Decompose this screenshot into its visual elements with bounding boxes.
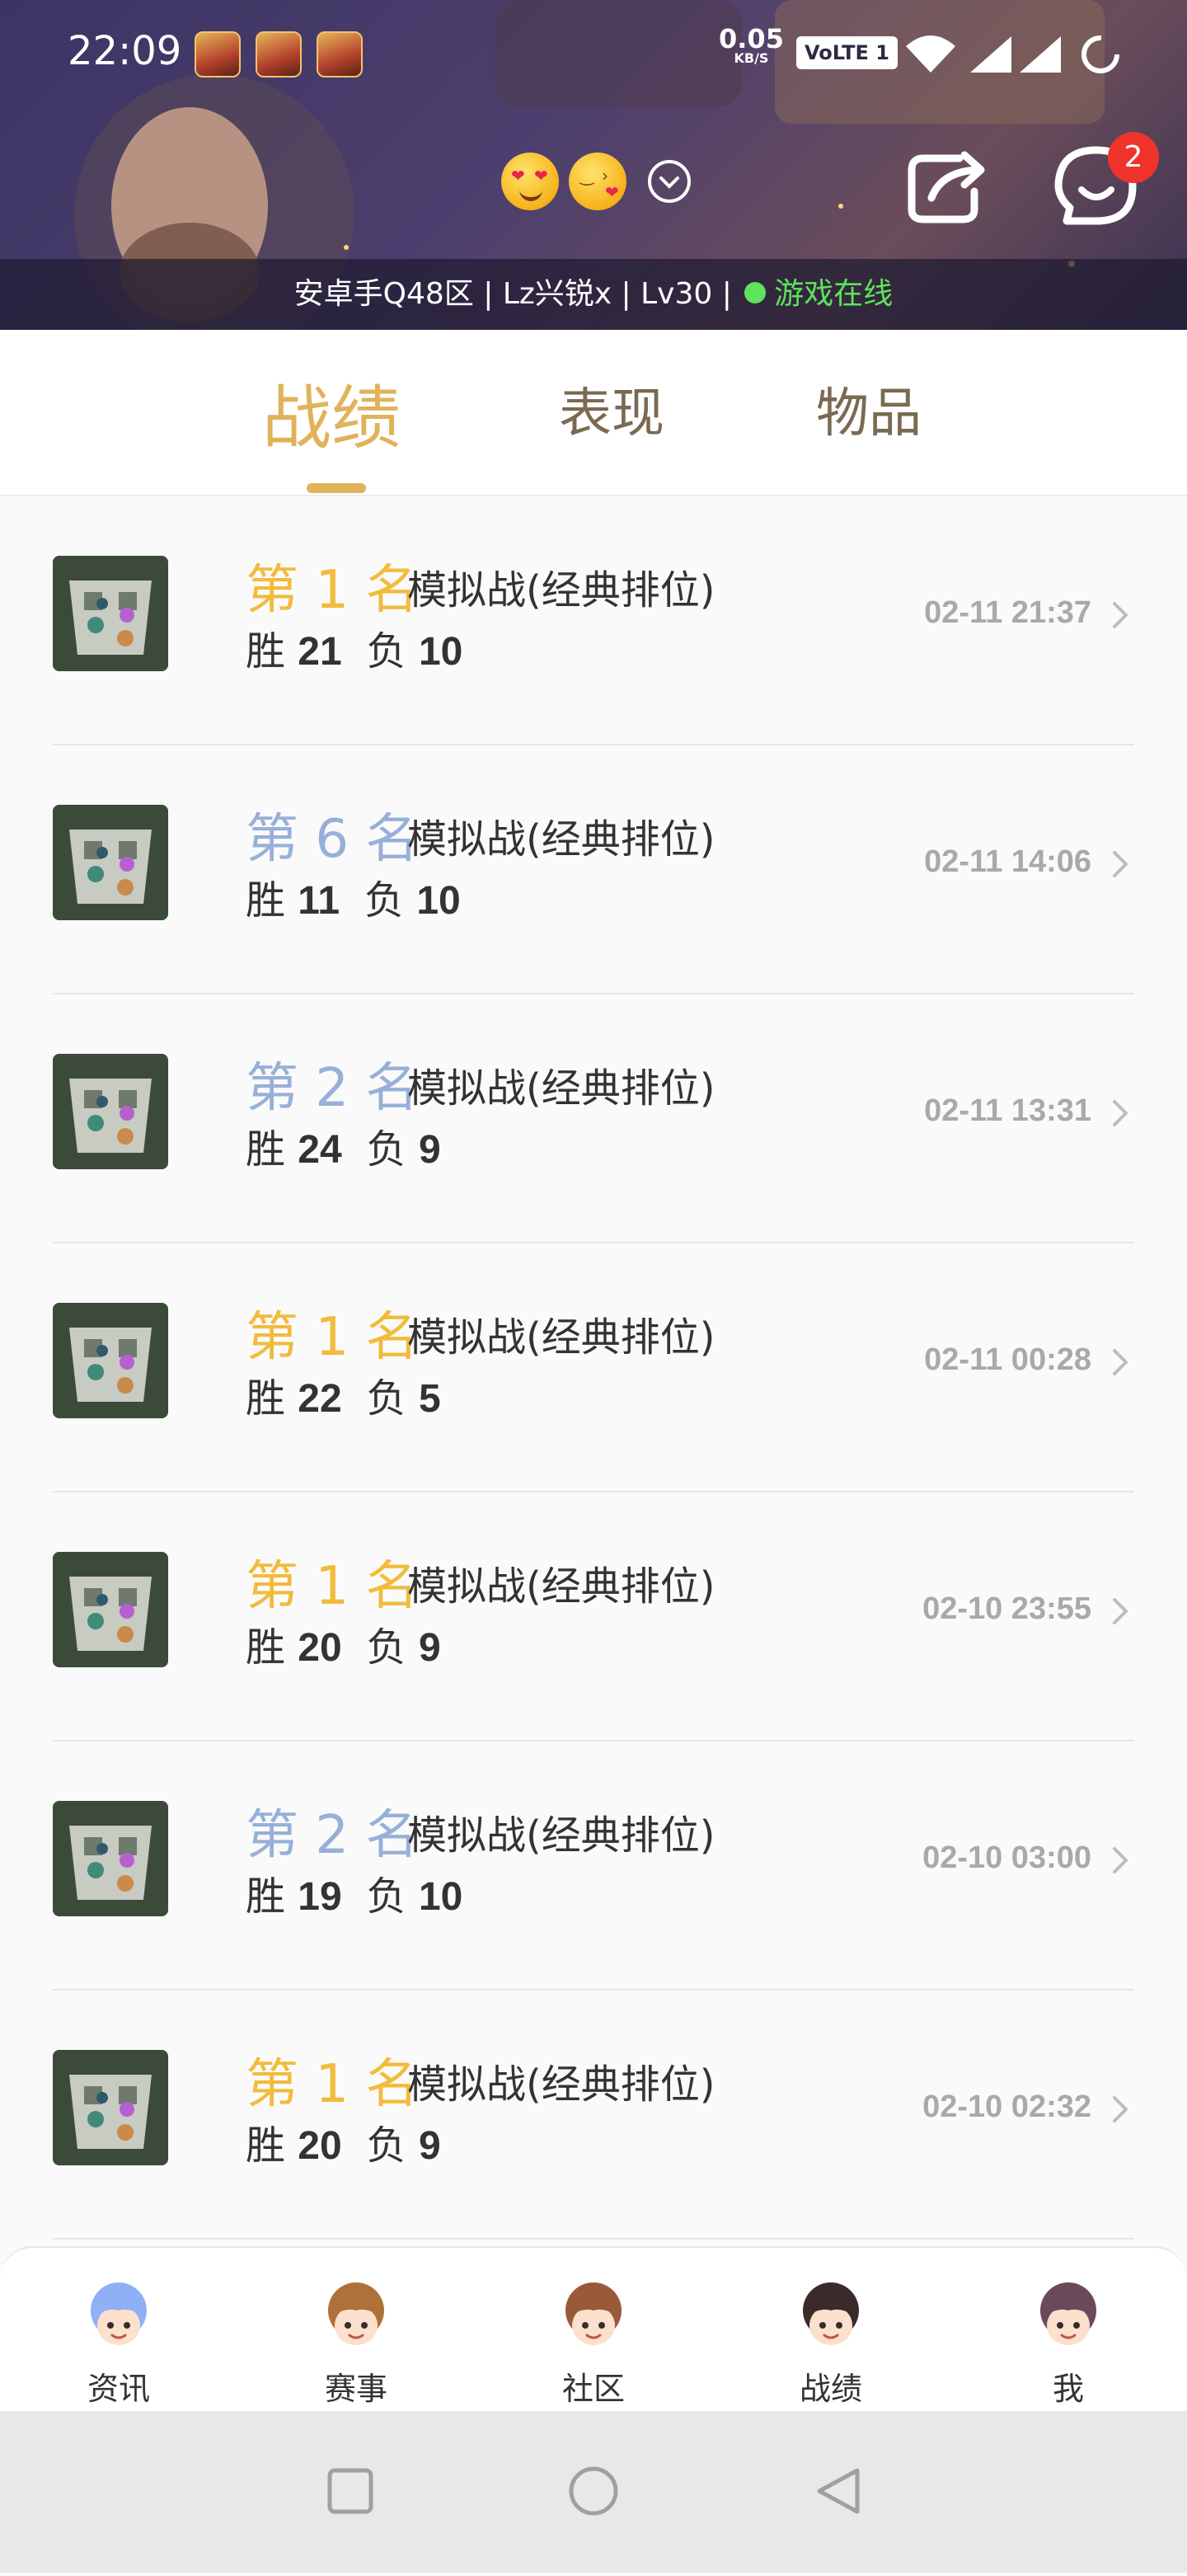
recents-button[interactable] <box>327 2468 373 2514</box>
chevron-right-icon <box>1113 1349 1128 1375</box>
match-mode: 模拟战(经典排位) <box>407 1065 715 1112</box>
rank-label: 第 1 名 <box>246 1307 419 1368</box>
match-datetime: 02-11 00:28 <box>924 1342 1091 1377</box>
volte-indicator: VoLTE 1 <box>796 36 898 69</box>
match-datetime: 02-10 23:55 <box>922 1591 1091 1626</box>
match-board-thumbnail <box>53 2050 168 2165</box>
chevron-down-icon <box>659 176 679 189</box>
player-info: 安卓手Q48区 | Lz兴锐x | Lv30 | <box>293 277 742 311</box>
bottom-nav-news[interactable]: 资讯 <box>0 2248 237 2413</box>
bottom-nav-community[interactable]: 社区 <box>475 2248 712 2413</box>
emoji-dropdown-button[interactable] <box>648 160 691 203</box>
active-tab-indicator <box>307 483 366 493</box>
win-loss: 胜 19 负 10 <box>246 1873 463 1920</box>
bottom-nav-events[interactable]: 赛事 <box>237 2248 475 2413</box>
match-mode: 模拟战(经典排位) <box>407 2061 715 2108</box>
win-loss: 胜 21 负 10 <box>246 628 463 675</box>
match-datetime: 02-11 21:37 <box>924 595 1091 630</box>
match-board-thumbnail <box>53 1054 168 1169</box>
match-row[interactable]: 第 1 名 模拟战(经典排位) 胜 22 负 5 02-11 00:28 <box>0 1243 1187 1492</box>
match-datetime: 02-11 14:06 <box>924 844 1091 879</box>
row-divider <box>53 2238 1134 2240</box>
match-mode: 模拟战(经典排位) <box>407 1314 715 1361</box>
rank-label: 第 2 名 <box>246 1805 419 1866</box>
bottom-nav-label: 战绩 <box>799 2371 862 2407</box>
wifi-icon <box>906 35 955 73</box>
match-row[interactable]: 第 1 名 模拟战(经典排位) 胜 20 负 9 02-10 23:55 <box>0 1492 1187 1742</box>
chevron-right-icon <box>1113 1100 1128 1126</box>
match-board-thumbnail <box>53 1303 168 1418</box>
rank-label: 第 2 名 <box>246 1058 419 1119</box>
loading-icon <box>1081 35 1119 73</box>
match-mode: 模拟战(经典排位) <box>407 1812 715 1859</box>
win-loss: 胜 11 负 10 <box>246 877 461 924</box>
online-status: 游戏在线 <box>774 277 894 311</box>
heart-eyes-emoji: ❤ ❤ <box>501 153 559 210</box>
records-avatar-icon <box>803 2282 859 2345</box>
match-row[interactable]: 第 6 名 模拟战(经典排位) 胜 11 负 10 02-11 14:06 <box>0 745 1187 994</box>
me-avatar-icon <box>1040 2282 1096 2345</box>
network-speed: 0.05 KB/S <box>719 23 784 66</box>
match-mode: 模拟战(经典排位) <box>407 1563 715 1610</box>
tab-performance[interactable]: 表现 <box>559 371 664 447</box>
match-board-thumbnail <box>53 805 168 920</box>
match-datetime: 02-10 03:00 <box>922 1840 1091 1875</box>
player-info-strip: 安卓手Q48区 | Lz兴锐x | Lv30 | 游戏在线 <box>0 259 1187 330</box>
match-board-thumbnail <box>53 1552 168 1667</box>
match-board-thumbnail <box>53 1801 168 1916</box>
signal-icon <box>970 36 1011 73</box>
game-app-icon <box>195 31 241 78</box>
system-navigation-bar <box>0 2411 1187 2573</box>
back-button[interactable] <box>817 2468 860 2514</box>
match-row[interactable]: 第 2 名 模拟战(经典排位) 胜 24 负 9 02-11 13:31 <box>0 994 1187 1243</box>
chevron-right-icon <box>1113 2096 1128 2122</box>
rank-label: 第 1 名 <box>246 560 419 621</box>
match-board-thumbnail <box>53 556 168 671</box>
rank-label: 第 6 名 <box>246 809 419 870</box>
bottom-nav-label: 我 <box>1052 2371 1084 2407</box>
tab-records[interactable]: 战绩 <box>262 363 401 463</box>
community-avatar-icon <box>565 2282 622 2345</box>
profile-header: 22:09 0.05 KB/S VoLTE 1 ❤ ❤ ‿ › ❤ 2 安卓手Q… <box>0 0 1187 330</box>
rank-label: 第 1 名 <box>246 1556 419 1617</box>
news-avatar-icon <box>91 2282 147 2345</box>
online-dot-icon <box>744 282 767 303</box>
match-list: 第 1 名 模拟战(经典排位) 胜 21 负 10 02-11 21:37 第 6… <box>0 496 1187 2240</box>
message-count-badge: 2 <box>1108 132 1159 183</box>
win-loss: 胜 20 负 9 <box>246 2122 441 2169</box>
bottom-nav-label: 赛事 <box>324 2371 387 2407</box>
home-button[interactable] <box>569 2466 618 2516</box>
kiss-emoji: ‿ › ❤ <box>569 153 626 210</box>
system-status-icons <box>906 35 1119 73</box>
bottom-nav-label: 社区 <box>561 2371 625 2407</box>
game-app-icon <box>317 31 363 78</box>
chevron-right-icon <box>1113 602 1128 628</box>
record-tabs: 战绩 表现 物品 <box>0 330 1187 496</box>
bottom-nav-records[interactable]: 战绩 <box>712 2248 950 2413</box>
signal-icon <box>1020 36 1061 73</box>
events-avatar-icon <box>328 2282 384 2345</box>
chevron-right-icon <box>1113 1847 1128 1873</box>
win-loss: 胜 24 负 9 <box>246 1126 441 1173</box>
match-datetime: 02-10 02:32 <box>922 2089 1091 2124</box>
game-app-icon <box>256 31 302 78</box>
chevron-right-icon <box>1113 851 1128 877</box>
chevron-right-icon <box>1113 1598 1128 1624</box>
bottom-nav-label: 资讯 <box>87 2371 150 2407</box>
share-icon[interactable] <box>902 147 991 229</box>
match-mode: 模拟战(经典排位) <box>407 816 715 863</box>
win-loss: 胜 22 负 5 <box>246 1375 441 1422</box>
match-row[interactable]: 第 1 名 模拟战(经典排位) 胜 21 负 10 02-11 21:37 <box>0 496 1187 745</box>
tab-items[interactable]: 物品 <box>816 371 922 447</box>
match-mode: 模拟战(经典排位) <box>407 567 715 613</box>
rank-label: 第 1 名 <box>246 2054 419 2115</box>
match-row[interactable]: 第 2 名 模拟战(经典排位) 胜 19 负 10 02-10 03:00 <box>0 1742 1187 1991</box>
match-datetime: 02-11 13:31 <box>924 1093 1091 1128</box>
bottom-nav-me[interactable]: 我 <box>950 2248 1187 2413</box>
status-bar: 22:09 0.05 KB/S VoLTE 1 <box>0 0 1187 107</box>
clock: 22:09 <box>68 28 182 74</box>
bottom-navigation: 资讯 赛事 社区 战绩 我 <box>0 2246 1187 2413</box>
match-row[interactable]: 第 1 名 模拟战(经典排位) 胜 20 负 9 02-10 02:32 <box>0 1991 1187 2240</box>
win-loss: 胜 20 负 9 <box>246 1624 441 1671</box>
